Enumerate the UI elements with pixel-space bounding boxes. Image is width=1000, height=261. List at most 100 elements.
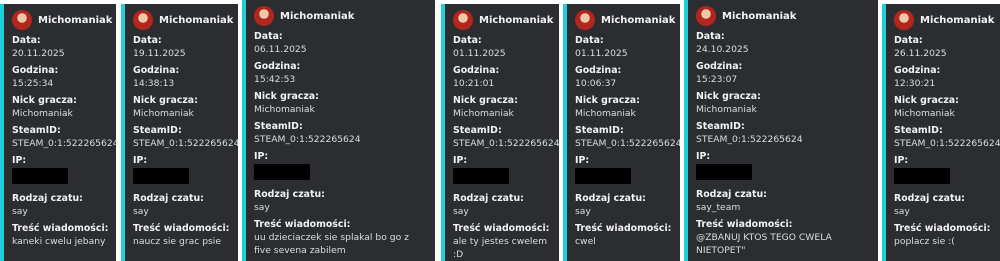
date-value: 24.10.2025 bbox=[696, 44, 749, 55]
date-value: 01.11.2025 bbox=[453, 48, 506, 59]
nick-value: Michomaniak bbox=[254, 104, 315, 115]
nick-value: Michomaniak bbox=[575, 108, 636, 119]
author-name[interactable]: Michomaniak bbox=[920, 15, 994, 26]
author-name[interactable]: Michomaniak bbox=[159, 15, 233, 26]
time-value: 15:42:53 bbox=[254, 74, 296, 85]
date-value: 06.11.2025 bbox=[254, 44, 307, 55]
embed-author[interactable]: Michomaniak bbox=[696, 6, 870, 26]
steamid-label: SteamID: bbox=[453, 125, 502, 136]
date-label: Data: bbox=[133, 35, 162, 46]
time-label: Godzina: bbox=[133, 65, 180, 76]
chat-type-label: Rodzaj czatu: bbox=[453, 193, 524, 204]
message-value: @ZBANUJ KTOS TEGO CWELA NIETOPET" bbox=[696, 232, 832, 256]
steamid-label: SteamID: bbox=[254, 121, 303, 132]
time-value: 10:21:01 bbox=[453, 78, 495, 89]
message-label: Treść wiadomości: bbox=[894, 223, 991, 234]
ip-redacted-value bbox=[453, 167, 551, 188]
steamid-label: SteamID: bbox=[696, 121, 745, 132]
nick-value: Michomaniak bbox=[696, 104, 757, 115]
time-value: 14:38:13 bbox=[133, 78, 175, 89]
time-value: 15:25:34 bbox=[12, 78, 54, 89]
ip-label: IP: bbox=[453, 155, 468, 166]
steamid-value: STEAM_0:1:522265624 bbox=[894, 138, 1000, 149]
avatar[interactable] bbox=[575, 10, 595, 30]
avatar[interactable] bbox=[696, 6, 716, 26]
date-value: 26.11.2025 bbox=[894, 48, 947, 59]
embed-author[interactable]: Michomaniak bbox=[133, 10, 233, 30]
nick-label: Nick gracza: bbox=[453, 95, 518, 106]
author-name[interactable]: Michomaniak bbox=[722, 11, 796, 22]
log-embed-card: Michomaniak Data: 19.11.2025 Godzina: 14… bbox=[121, 4, 238, 261]
chat-type-label: Rodzaj czatu: bbox=[133, 193, 204, 204]
ip-label: IP: bbox=[12, 155, 27, 166]
message-label: Treść wiadomości: bbox=[133, 223, 230, 234]
chat-type-label: Rodzaj czatu: bbox=[12, 193, 83, 204]
steamid-value: STEAM_0:1:522265624 bbox=[453, 138, 559, 149]
avatar[interactable] bbox=[133, 10, 153, 30]
redaction-bar bbox=[696, 164, 752, 180]
author-name[interactable]: Michomaniak bbox=[280, 11, 354, 22]
nick-value: Michomaniak bbox=[12, 108, 73, 119]
nick-label: Nick gracza: bbox=[12, 95, 77, 106]
time-label: Godzina: bbox=[453, 65, 500, 76]
date-label: Data: bbox=[696, 31, 725, 42]
ip-label: IP: bbox=[254, 151, 269, 162]
nick-value: Michomaniak bbox=[453, 108, 514, 119]
redaction-bar bbox=[254, 164, 310, 180]
log-embed-card: Michomaniak Data: 01.11.2025 Godzina: 10… bbox=[563, 4, 680, 261]
date-value: 20.11.2025 bbox=[12, 48, 65, 59]
avatar[interactable] bbox=[254, 6, 274, 26]
ip-label: IP: bbox=[894, 155, 909, 166]
redaction-bar bbox=[894, 168, 950, 184]
embed-author[interactable]: Michomaniak bbox=[12, 10, 112, 30]
message-label: Treść wiadomości: bbox=[696, 219, 793, 230]
redaction-bar bbox=[12, 168, 68, 184]
ip-redacted-value bbox=[12, 167, 108, 188]
ip-label: IP: bbox=[133, 155, 148, 166]
steamid-value: STEAM_0:1:522265624 bbox=[133, 138, 238, 149]
chat-type-label: Rodzaj czatu: bbox=[696, 189, 767, 200]
ip-redacted-value bbox=[894, 167, 992, 188]
steamid-value: STEAM_0:1:522265624 bbox=[696, 134, 803, 145]
nick-label: Nick gracza: bbox=[254, 91, 319, 102]
time-value: 15:23:07 bbox=[696, 74, 738, 85]
chat-type-label: Rodzaj czatu: bbox=[575, 193, 646, 204]
message-label: Treść wiadomości: bbox=[254, 219, 351, 230]
steamid-label: SteamID: bbox=[575, 125, 624, 136]
message-value: uu dzieciaczek sie splakal bo go z five … bbox=[254, 232, 409, 256]
date-label: Data: bbox=[453, 35, 482, 46]
date-label: Data: bbox=[12, 35, 41, 46]
chat-type-label: Rodzaj czatu: bbox=[254, 189, 325, 200]
chat-type-value: say bbox=[453, 206, 469, 217]
nick-label: Nick gracza: bbox=[894, 95, 959, 106]
chat-type-value: say_team bbox=[696, 202, 741, 213]
embed-author[interactable]: Michomaniak bbox=[894, 10, 994, 30]
log-embed-card: Michomaniak Data: 24.10.2025 Godzina: 15… bbox=[684, 0, 878, 261]
nick-label: Nick gracza: bbox=[696, 91, 761, 102]
embed-author[interactable]: Michomaniak bbox=[453, 10, 553, 30]
steamid-label: SteamID: bbox=[12, 125, 61, 136]
steamid-label: SteamID: bbox=[133, 125, 182, 136]
nick-label: Nick gracza: bbox=[575, 95, 640, 106]
redaction-bar bbox=[133, 168, 189, 184]
date-label: Data: bbox=[254, 31, 283, 42]
nick-value: Michomaniak bbox=[894, 108, 955, 119]
chat-type-label: Rodzaj czatu: bbox=[894, 193, 965, 204]
time-label: Godzina: bbox=[575, 65, 622, 76]
avatar[interactable] bbox=[894, 10, 914, 30]
ip-redacted-value bbox=[575, 167, 672, 188]
time-value: 12:30:21 bbox=[894, 78, 936, 89]
message-value: ale ty jestes cwelem :D bbox=[453, 236, 548, 260]
chat-type-value: say bbox=[12, 206, 28, 217]
author-name[interactable]: Michomaniak bbox=[38, 15, 112, 26]
author-name[interactable]: Michomaniak bbox=[479, 15, 553, 26]
author-name[interactable]: Michomaniak bbox=[601, 15, 675, 26]
steamid-value: STEAM_0:1:522265624 bbox=[12, 138, 116, 149]
avatar[interactable] bbox=[12, 10, 32, 30]
redaction-bar bbox=[453, 168, 509, 184]
nick-value: Michomaniak bbox=[133, 108, 194, 119]
embed-author[interactable]: Michomaniak bbox=[575, 10, 675, 30]
avatar[interactable] bbox=[453, 10, 473, 30]
embed-author[interactable]: Michomaniak bbox=[254, 6, 427, 26]
date-label: Data: bbox=[575, 35, 604, 46]
